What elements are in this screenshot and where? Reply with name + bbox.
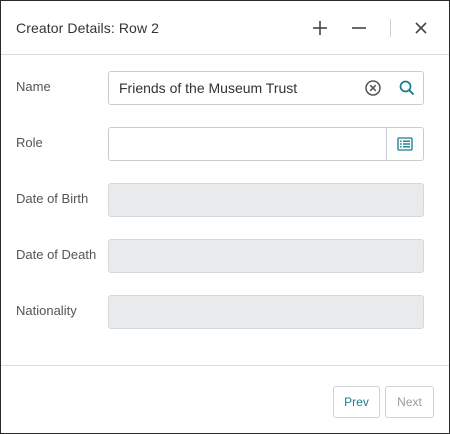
name-input[interactable] xyxy=(119,72,359,104)
prev-button[interactable]: Prev xyxy=(333,386,380,418)
role-input[interactable] xyxy=(119,128,385,160)
date-of-death-label: Date of Death xyxy=(16,247,97,262)
name-label: Name xyxy=(16,79,51,94)
date-of-death-input xyxy=(119,240,409,272)
name-row: Name xyxy=(1,71,449,111)
role-label: Role xyxy=(16,135,43,150)
name-field xyxy=(108,71,424,105)
nationality-label: Nationality xyxy=(16,303,77,318)
date-of-death-row: Date of Death xyxy=(1,239,449,279)
dialog-title: Creator Details: Row 2 xyxy=(16,20,160,36)
date-of-birth-field xyxy=(108,183,424,217)
dialog-footer: Prev Next xyxy=(1,365,449,433)
plus-icon xyxy=(313,21,327,35)
search-icon xyxy=(399,80,415,96)
add-button[interactable] xyxy=(309,17,331,39)
nationality-field xyxy=(108,295,424,329)
close-icon xyxy=(415,22,427,34)
nationality-input xyxy=(119,296,409,328)
role-row: Role xyxy=(1,127,449,167)
date-of-birth-row: Date of Birth xyxy=(1,183,449,223)
date-of-death-field xyxy=(108,239,424,273)
date-of-birth-input xyxy=(119,184,409,216)
close-button[interactable] xyxy=(410,17,432,39)
next-button[interactable]: Next xyxy=(385,386,434,418)
search-name-button[interactable] xyxy=(393,72,421,104)
creator-details-dialog: Creator Details: Row 2 Name Friends of t… xyxy=(0,0,450,434)
dialog-header: Creator Details: Row 2 xyxy=(1,1,449,55)
role-list-button[interactable] xyxy=(386,128,423,160)
minimize-button[interactable] xyxy=(348,17,370,39)
clear-name-button[interactable] xyxy=(359,72,387,104)
clear-circle-icon xyxy=(365,80,381,96)
header-divider xyxy=(390,19,391,37)
date-of-birth-label: Date of Birth xyxy=(16,191,89,206)
nationality-row: Nationality xyxy=(1,295,449,335)
list-icon xyxy=(397,137,413,151)
minus-icon xyxy=(352,27,366,29)
role-field xyxy=(108,127,424,161)
